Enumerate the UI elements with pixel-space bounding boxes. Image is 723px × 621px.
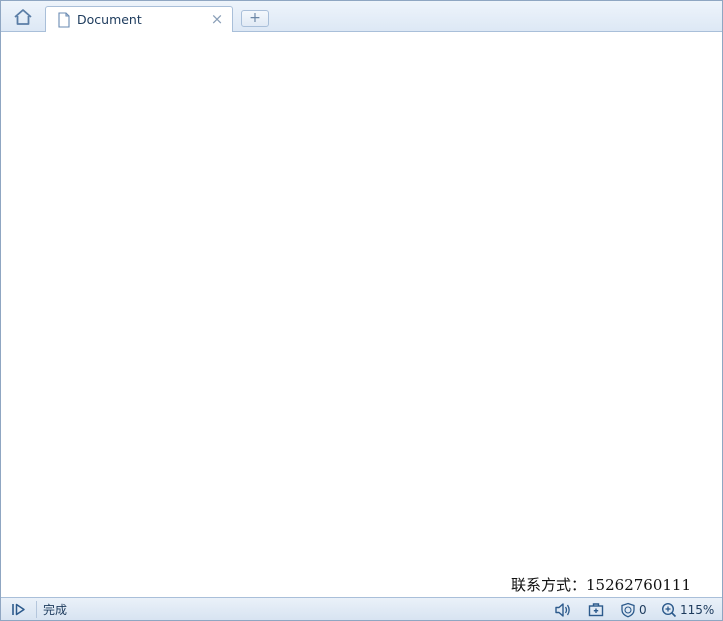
home-button[interactable] bbox=[9, 6, 37, 28]
tab-close-icon[interactable]: × bbox=[210, 11, 224, 27]
volume-button[interactable] bbox=[554, 601, 572, 618]
tab-title: Document bbox=[77, 12, 142, 27]
browser-window: Document × + 联系方式：15262760111 完成 0 115% bbox=[0, 0, 723, 621]
tab-document[interactable]: Document × bbox=[45, 6, 233, 32]
sidebar-toggle-button[interactable] bbox=[11, 601, 27, 618]
status-text: 完成 bbox=[43, 603, 68, 617]
page-content: 联系方式：15262760111 bbox=[1, 32, 722, 597]
toolbox-button[interactable] bbox=[588, 601, 604, 618]
ad-block-button[interactable]: 0 bbox=[620, 601, 647, 618]
speaker-icon bbox=[555, 602, 570, 617]
toolbox-icon bbox=[588, 603, 604, 617]
zoom-in-icon bbox=[661, 602, 677, 617]
zoom-button[interactable]: 115% bbox=[661, 601, 714, 618]
blocked-count: 0 bbox=[639, 602, 647, 617]
home-icon bbox=[14, 9, 32, 25]
zoom-level: 115% bbox=[680, 602, 715, 617]
contact-text: 联系方式：15262760111 bbox=[511, 576, 691, 594]
sidebar-toggle-icon bbox=[12, 603, 25, 616]
status-text-container: 完成 bbox=[43, 601, 67, 618]
status-separator bbox=[36, 601, 37, 618]
status-bar: 完成 0 115% bbox=[1, 597, 722, 620]
new-tab-button[interactable]: + bbox=[241, 10, 269, 27]
document-icon bbox=[58, 12, 70, 28]
tab-bar: Document × + bbox=[1, 1, 722, 32]
shield-icon bbox=[621, 602, 635, 617]
